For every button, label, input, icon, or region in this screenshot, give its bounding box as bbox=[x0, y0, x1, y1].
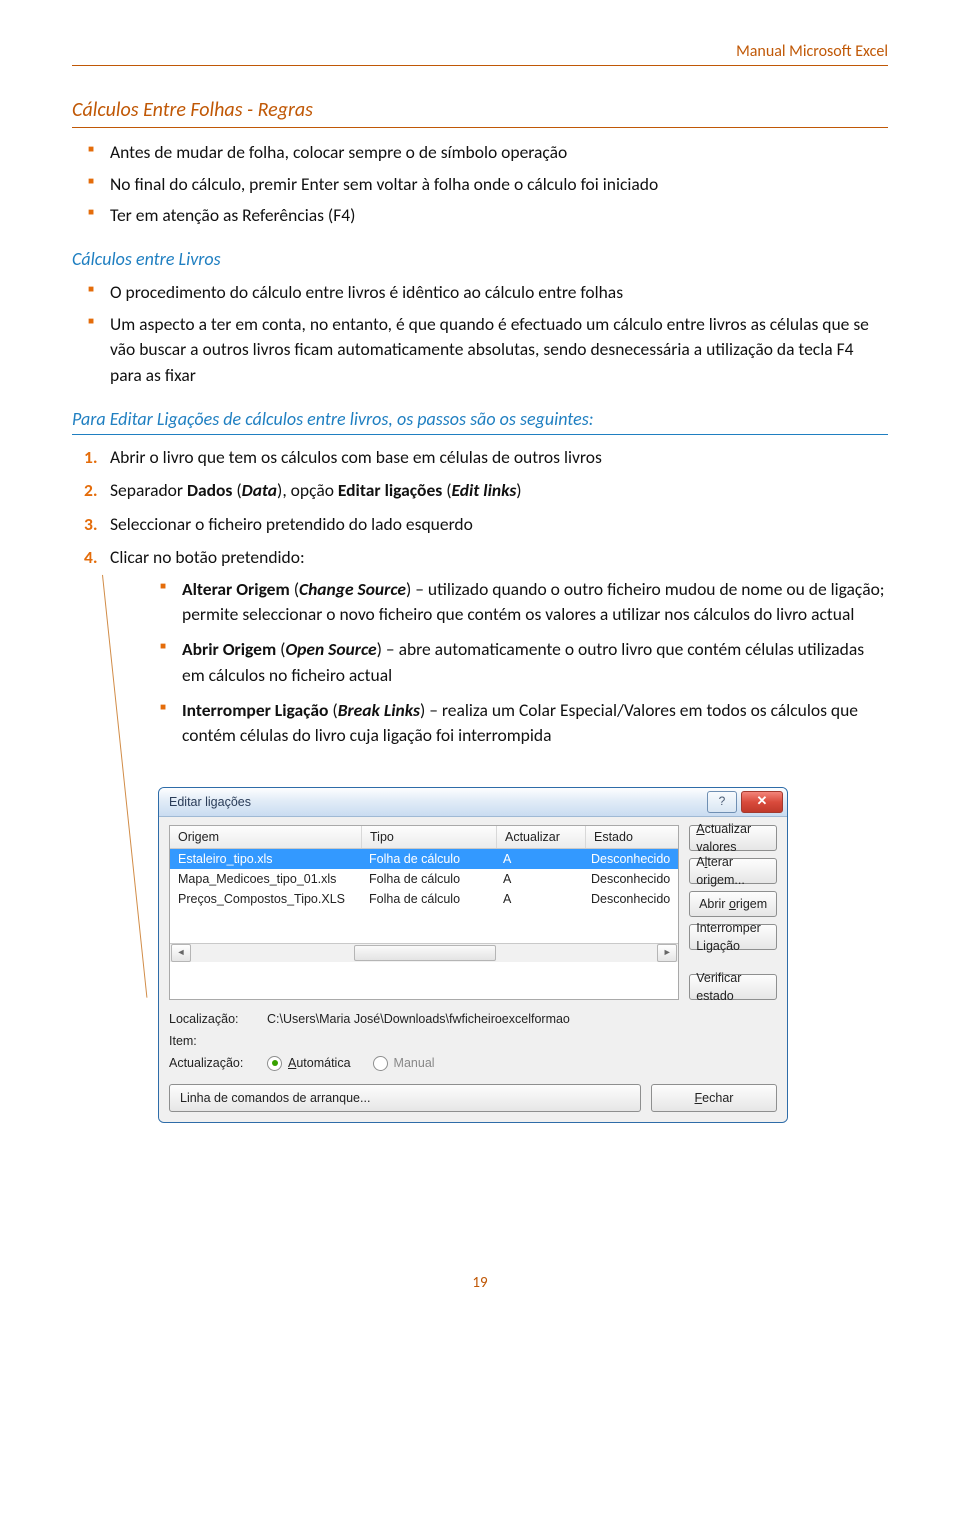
links-list[interactable]: Origem Tipo Actualizar Estado Estaleiro_… bbox=[169, 825, 679, 1000]
scroll-track[interactable] bbox=[192, 945, 656, 961]
list-header: Origem Tipo Actualizar Estado bbox=[170, 826, 678, 849]
break-link-button[interactable]: Interromper Ligação bbox=[689, 924, 777, 950]
step-4: Clicar no botão pretendido: Alterar Orig… bbox=[110, 543, 888, 769]
steps-list: Abrir o livro que tem os cálculos com ba… bbox=[72, 443, 888, 769]
dialog-titlebar: Editar ligações ? ✕ bbox=[159, 788, 787, 817]
radio-automatic-label: Automática bbox=[288, 1054, 351, 1072]
step-2: Separador Dados (Data), opção Editar lig… bbox=[110, 476, 888, 509]
dialog-button-column: Actualizar valores Alterar origem... Abr… bbox=[689, 825, 777, 1000]
heading-divider bbox=[72, 127, 888, 128]
close-button[interactable]: Fechar bbox=[651, 1084, 777, 1112]
location-value: C:\Users\Maria José\Downloads\fwficheiro… bbox=[267, 1010, 570, 1028]
help-icon[interactable]: ? bbox=[707, 791, 737, 813]
list-item: Antes de mudar de folha, colocar sempre … bbox=[110, 138, 888, 169]
open-source-button[interactable]: Abrir origem bbox=[689, 891, 777, 917]
step-3: Seleccionar o ficheiro pretendido do lad… bbox=[110, 510, 888, 543]
list-row[interactable]: Preços_Compostos_Tipo.XLS Folha de cálcu… bbox=[170, 889, 678, 909]
list-regras: Antes de mudar de folha, colocar sempre … bbox=[72, 138, 888, 232]
item-label: Item: bbox=[169, 1032, 261, 1050]
scroll-left-icon[interactable]: ◄ bbox=[171, 944, 191, 962]
page-number: 19 bbox=[72, 1273, 888, 1295]
list-body: Estaleiro_tipo.xls Folha de cálculo A De… bbox=[170, 849, 678, 943]
list-item: Ter em atenção as Referências (F4) bbox=[110, 201, 888, 232]
horizontal-scrollbar[interactable]: ◄ ► bbox=[170, 943, 678, 962]
list-item: Um aspecto a ter em conta, no entanto, é… bbox=[110, 310, 888, 392]
list-item: Abrir Origem (Open Source) – abre automa… bbox=[182, 635, 888, 696]
col-tipo[interactable]: Tipo bbox=[362, 826, 497, 848]
list-row[interactable]: Mapa_Medicoes_tipo_01.xls Folha de cálcu… bbox=[170, 869, 678, 889]
scroll-right-icon[interactable]: ► bbox=[657, 944, 677, 962]
radio-manual[interactable] bbox=[373, 1056, 388, 1071]
sub-list: Alterar Origem (Change Source) – utiliza… bbox=[110, 575, 888, 757]
heading-livros: Cálculos entre Livros bbox=[72, 246, 888, 272]
dialog-meta: Localização: C:\Users\Maria José\Downloa… bbox=[169, 1008, 777, 1074]
page-header: Manual Microsoft Excel bbox=[72, 40, 888, 65]
list-item: Alterar Origem (Change Source) – utiliza… bbox=[182, 575, 888, 636]
edit-links-dialog: Editar ligações ? ✕ Origem Tipo Actualiz… bbox=[158, 787, 788, 1123]
col-actualizar[interactable]: Actualizar bbox=[497, 826, 586, 848]
update-mode-label: Actualização: bbox=[169, 1054, 261, 1072]
step-1: Abrir o livro que tem os cálculos com ba… bbox=[110, 443, 888, 476]
heading-divider bbox=[72, 434, 888, 435]
list-livros: O procedimento do cálculo entre livros é… bbox=[72, 278, 888, 392]
col-estado[interactable]: Estado bbox=[586, 826, 678, 848]
list-item: Interromper Ligação (Break Links) – real… bbox=[182, 696, 888, 757]
scroll-thumb[interactable] bbox=[354, 945, 495, 961]
close-icon[interactable]: ✕ bbox=[741, 791, 783, 813]
list-item: O procedimento do cálculo entre livros é… bbox=[110, 278, 888, 309]
heading-regras: Cálculos Entre Folhas - Regras bbox=[72, 96, 888, 125]
radio-automatic[interactable] bbox=[267, 1056, 282, 1071]
location-label: Localização: bbox=[169, 1010, 261, 1028]
change-source-button[interactable]: Alterar origem... bbox=[689, 858, 777, 884]
list-item: No final do cálculo, premir Enter sem vo… bbox=[110, 170, 888, 201]
col-origem[interactable]: Origem bbox=[170, 826, 362, 848]
dialog-title: Editar ligações bbox=[169, 793, 251, 811]
list-row[interactable]: Estaleiro_tipo.xls Folha de cálculo A De… bbox=[170, 849, 678, 869]
check-status-button[interactable]: Verificar estado bbox=[689, 974, 777, 1000]
header-divider bbox=[72, 65, 888, 66]
update-values-button[interactable]: Actualizar valores bbox=[689, 825, 777, 851]
startup-prompt-button[interactable]: Linha de comandos de arranque... bbox=[169, 1084, 641, 1112]
radio-manual-label: Manual bbox=[394, 1054, 435, 1072]
heading-passos: Para Editar Ligações de cálculos entre l… bbox=[72, 406, 888, 432]
